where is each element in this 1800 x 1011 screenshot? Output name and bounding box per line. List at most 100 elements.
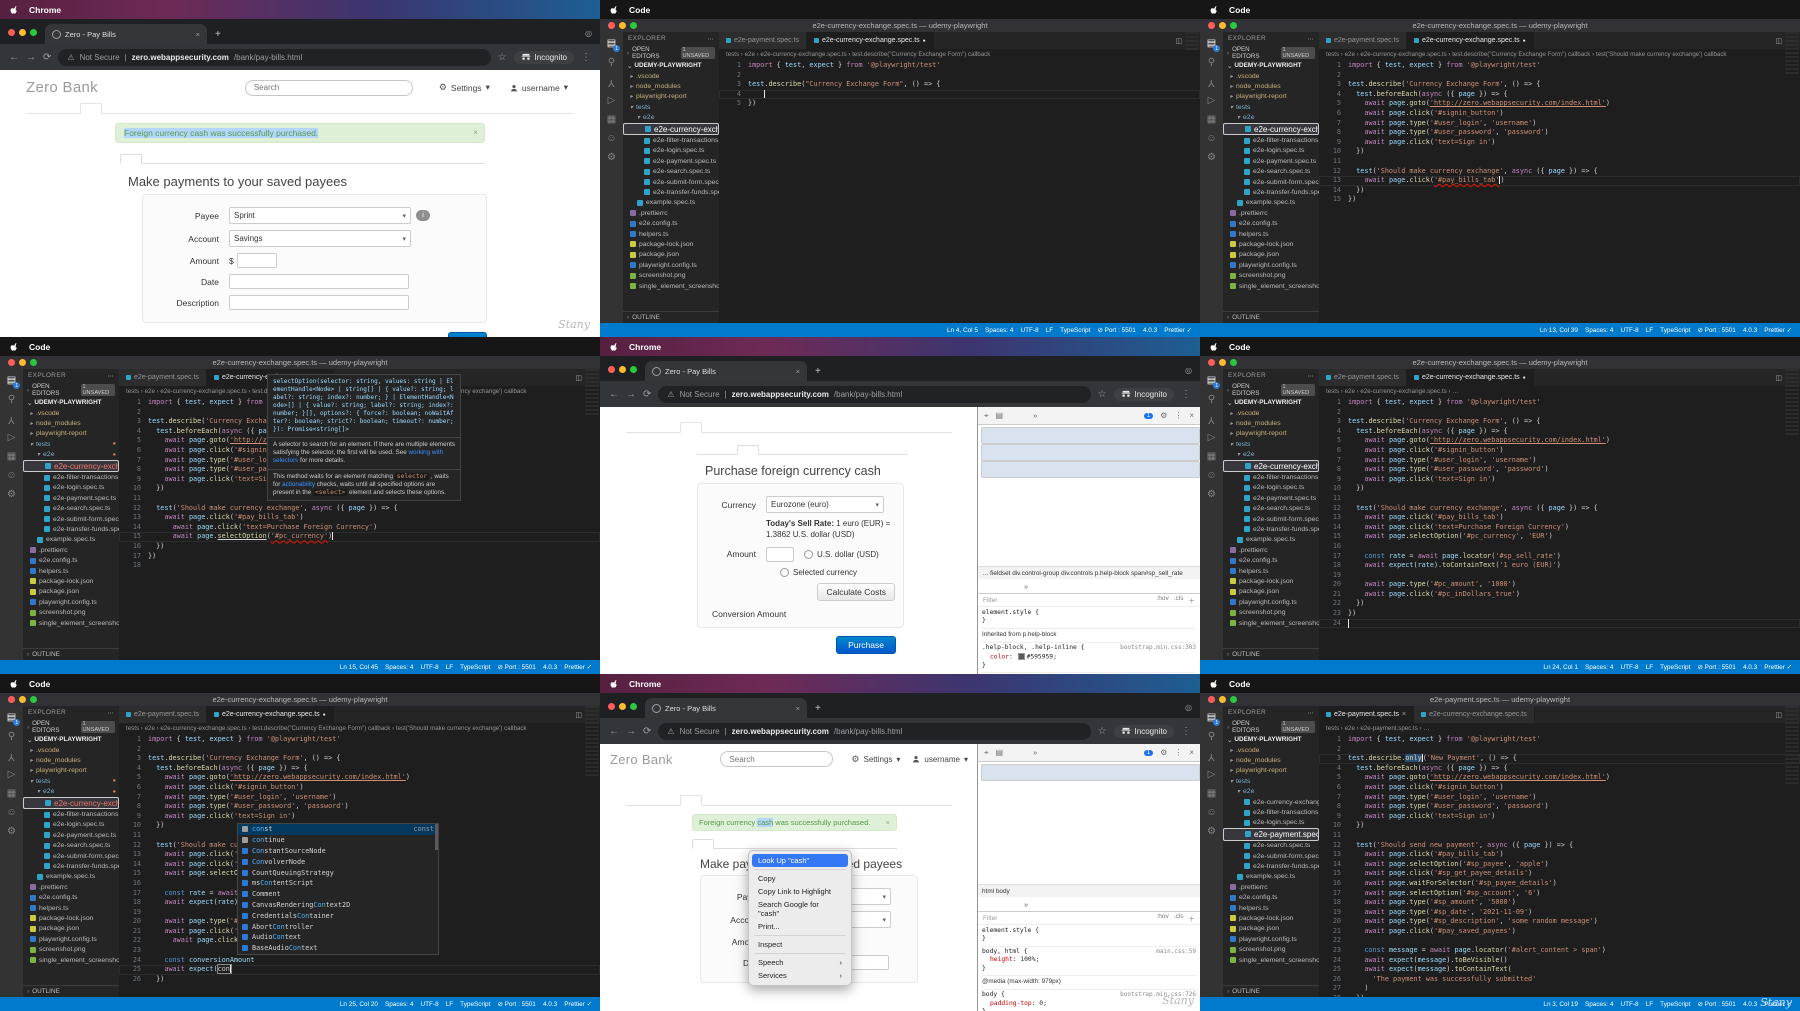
bank-subtab[interactable] — [737, 445, 759, 455]
open-editors-section[interactable]: › OPEN EDITORS 1 UNSAVED — [23, 382, 119, 398]
file-tree-item[interactable]: package-lock.json — [1223, 239, 1319, 249]
file-tree-item[interactable]: e2e — [1223, 787, 1319, 797]
outline-section[interactable]: › OUTLINE — [1223, 985, 1319, 997]
status-bar[interactable]: Ln 3, Col 19 Spaces: 4 UTF-8 LF TypeScri… — [1200, 997, 1800, 1011]
status-bar[interactable]: Ln 13, Col 39 Spaces: 4 UTF-8 LF TypeScr… — [1200, 323, 1800, 337]
context-menu-item[interactable]: Copy — [749, 872, 851, 885]
context-menu-item[interactable] — [754, 935, 846, 936]
search-icon[interactable]: ⚲ — [1208, 58, 1215, 68]
explorer-icon[interactable]: ▤ 1 — [7, 713, 21, 726]
breadcrumb[interactable]: tests › e2e › e2e-currency-exchange.spec… — [119, 723, 600, 734]
open-editors-section[interactable]: › OPEN EDITORS 1 UNSAVED — [1223, 719, 1319, 735]
file-tree-item[interactable]: e2e.config.ts — [23, 892, 119, 902]
file-tree-item[interactable]: package.json — [1223, 250, 1319, 260]
outline-section[interactable]: › OUTLINE — [23, 985, 119, 997]
file-tree-item[interactable]: .vscode — [623, 71, 719, 81]
file-tree-item[interactable]: node_modules — [1223, 755, 1319, 765]
search-icon[interactable]: ⚲ — [8, 395, 15, 405]
file-tree-item[interactable]: e2e-search.spec.ts — [1223, 167, 1319, 177]
bank-nav-tab[interactable] — [680, 795, 702, 806]
run-debug-icon[interactable]: ▷ — [1208, 770, 1216, 780]
file-tree-item[interactable]: .prettierrc — [23, 545, 119, 555]
more-icon[interactable]: » — [1024, 900, 1028, 909]
file-tree-item[interactable]: e2e-transfer-funds.spec.ts — [1223, 524, 1319, 534]
split-editor-icon[interactable]: ◫ — [1775, 37, 1782, 45]
file-tree-item[interactable]: node_modules — [623, 81, 719, 91]
usd-radio[interactable]: U.S. dollar (USD) — [804, 549, 879, 559]
file-tree-item[interactable]: e2e-submit-form.spec.ts — [1223, 514, 1319, 524]
apple-icon[interactable] — [10, 679, 19, 689]
bank-subtab[interactable] — [120, 154, 142, 164]
apple-icon[interactable] — [10, 342, 19, 352]
actionability-link[interactable]: actionability — [282, 481, 315, 488]
status-bar[interactable]: Ln 25, Col 20 Spaces: 4 UTF-8 LF TypeScr… — [0, 997, 600, 1011]
autocomplete-item[interactable]: AudioContext — [238, 932, 438, 943]
new-tab-button[interactable]: + — [815, 366, 821, 377]
devtools-breadcrumb[interactable]: … fieldset div.control-group div.control… — [978, 566, 1200, 579]
device-toolbar-icon[interactable]: ▤ — [996, 411, 1004, 420]
breadcrumb[interactable]: tests › e2e › e2e-currency-exchange.spec… — [1319, 386, 1800, 397]
filter-input[interactable]: Filter — [983, 597, 997, 604]
run-debug-icon[interactable]: ▷ — [608, 96, 616, 106]
app-menu[interactable]: Code — [629, 5, 650, 15]
file-tree-item[interactable]: package-lock.json — [623, 239, 719, 249]
file-tree-item[interactable]: .vscode — [1223, 745, 1319, 755]
context-menu-item[interactable]: Services › — [749, 969, 851, 982]
description-input[interactable] — [229, 295, 409, 310]
bookmark-star-icon[interactable]: ☆ — [1098, 726, 1107, 737]
context-menu-item[interactable]: Search Google for "cash" — [749, 898, 851, 920]
file-tree-item[interactable]: package.json — [1223, 924, 1319, 934]
stylesheet-link[interactable]: main.css:59 — [1156, 948, 1196, 956]
project-root[interactable]: ⌄ UDEMY-PLAYWRIGHT — [23, 735, 119, 745]
file-tree-item[interactable]: single_element_screenshot... — [1223, 281, 1319, 291]
run-debug-icon[interactable]: ▷ — [1208, 433, 1216, 443]
context-menu-item[interactable]: Copy Link to Highlight — [749, 885, 851, 898]
source-control-icon[interactable]: Y — [1208, 77, 1215, 88]
file-tree-item[interactable]: single_element_screenshot... — [23, 618, 119, 628]
app-menu[interactable]: Code — [29, 342, 50, 352]
file-tree-item[interactable]: playwright-report — [1223, 766, 1319, 776]
traffic-lights[interactable] — [608, 366, 637, 373]
tab-e2e-currency-exchange[interactable]: e2e-currency-exchange.spec.ts● — [206, 706, 334, 723]
file-tree-item[interactable]: playwright-report — [23, 766, 119, 776]
autocomplete-item[interactable]: msContentScript — [238, 878, 438, 889]
file-tree-item[interactable]: e2e-login.spec.ts — [23, 483, 119, 493]
file-tree-item[interactable]: e2e-currency-exchange... — [1223, 122, 1319, 136]
file-tree-item[interactable]: e2e.config.ts — [23, 555, 119, 565]
traffic-lights[interactable] — [8, 696, 37, 703]
context-menu-item[interactable] — [754, 953, 846, 954]
devtools-settings-icon[interactable]: ⚙ — [1160, 748, 1167, 757]
file-tree-item[interactable]: package-lock.json — [1223, 913, 1319, 923]
account-select[interactable]: Savings▾ — [229, 230, 411, 247]
source-control-icon[interactable]: Y — [608, 77, 615, 88]
search-icon[interactable]: ⚲ — [8, 732, 15, 742]
close-tab-icon[interactable]: × — [796, 367, 800, 376]
context-menu-item[interactable]: Print... — [749, 920, 851, 933]
file-tree-item[interactable]: tests — [623, 102, 719, 112]
account-icon[interactable]: ☺ — [1206, 471, 1216, 481]
file-tree-item[interactable]: e2e-currency-excha...1 — [23, 459, 119, 473]
selected-currency-radio[interactable]: Selected currency — [780, 567, 857, 577]
split-editor-icon[interactable]: ◫ — [1775, 711, 1782, 719]
settings-gear-icon[interactable]: ⚙ — [1207, 490, 1216, 500]
amount-input[interactable] — [236, 253, 277, 268]
bank-subtab[interactable] — [162, 154, 182, 163]
open-editors-section[interactable]: › OPEN EDITORS 1 UNSAVED — [23, 719, 119, 735]
settings-gear-icon[interactable]: ⚙ — [7, 490, 16, 500]
code-editor[interactable]: 1 import { test, expect } from '@playwrig… — [1319, 397, 1800, 660]
tab-e2e-payment[interactable]: e2e-payment.spec.ts — [1319, 32, 1407, 49]
devtools-kebab-icon[interactable]: ⋮ — [1174, 411, 1182, 420]
file-tree-item[interactable]: helpers.ts — [623, 229, 719, 239]
autocomplete-item[interactable]: const const — [238, 824, 438, 835]
calculate-costs-button[interactable]: Calculate Costs — [817, 582, 895, 601]
file-tree-item[interactable]: node_modules — [1223, 418, 1319, 428]
tab-e2e-payment[interactable]: e2e-payment.spec.ts — [719, 32, 807, 49]
settings-gear-icon[interactable]: ⚙ — [1207, 827, 1216, 837]
minimap[interactable] — [1785, 706, 1799, 786]
menu-kebab-icon[interactable]: ⋮ — [581, 52, 591, 63]
device-toolbar-icon[interactable]: ▤ — [996, 748, 1004, 757]
amount-input[interactable] — [766, 546, 794, 562]
app-menu[interactable]: Chrome — [29, 5, 61, 15]
more-actions-icon[interactable]: ⋯ — [1307, 709, 1314, 717]
tab-e2e-payment[interactable]: e2e-payment.spec.ts — [1319, 369, 1407, 386]
